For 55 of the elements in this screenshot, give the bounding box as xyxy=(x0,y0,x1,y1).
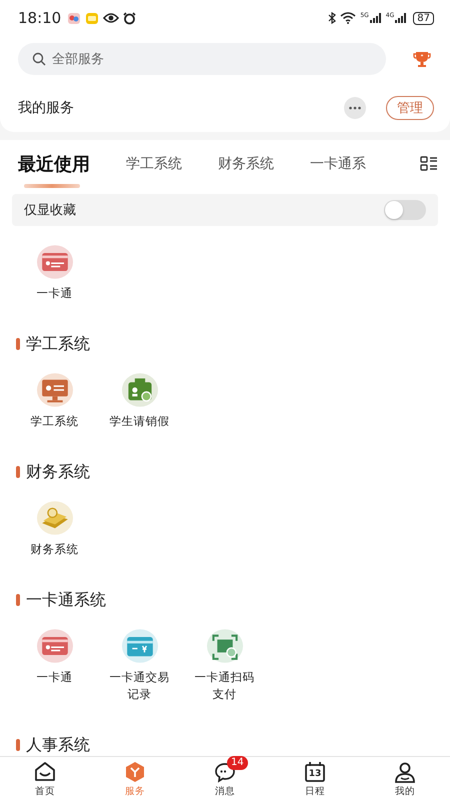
tab[interactable]: 财务系统 xyxy=(218,140,274,188)
service-item[interactable]: 一卡通 xyxy=(12,245,97,302)
toggle-label: 仅显收藏 xyxy=(24,202,76,219)
id-card-icon xyxy=(36,629,72,663)
service-item[interactable]: 一卡通扫码支付 xyxy=(182,629,267,703)
monitor-icon xyxy=(36,373,72,407)
service-item[interactable]: 学生请销假 xyxy=(97,373,182,430)
cash-stack-icon xyxy=(36,501,72,535)
mail-icon xyxy=(85,12,100,24)
id-card-icon xyxy=(36,245,72,279)
card-icon xyxy=(122,629,158,663)
manage-button[interactable]: 管理 xyxy=(386,96,434,120)
service-item[interactable]: 一卡通 xyxy=(12,629,97,703)
nav-tab[interactable]: 我的 xyxy=(360,757,450,800)
search-bar[interactable]: 全部服务 xyxy=(18,43,386,75)
battery-indicator: 87 xyxy=(413,12,434,24)
unread-badge: 14 xyxy=(227,756,248,770)
box-icon xyxy=(123,760,147,784)
nav-tab[interactable]: 14 消息 xyxy=(180,757,270,800)
section-marker xyxy=(16,466,20,478)
tab[interactable]: 最近使用 xyxy=(18,140,90,188)
section-title: 财务系统 xyxy=(26,462,90,482)
nav-tab[interactable]: 首页 xyxy=(0,757,90,800)
wifi-icon xyxy=(340,12,356,24)
eye-icon xyxy=(103,12,120,24)
section-marker xyxy=(16,338,20,350)
app-notification-icon xyxy=(67,12,82,24)
toggle-switch[interactable] xyxy=(384,200,426,220)
tab[interactable]: 一卡通系 xyxy=(310,140,366,188)
service-item[interactable]: 学工系统 xyxy=(12,373,97,430)
signal-icon xyxy=(395,13,408,23)
more-icon[interactable] xyxy=(344,97,366,119)
signal-icon xyxy=(370,13,382,23)
service-item[interactable]: 财务系统 xyxy=(12,501,97,558)
bluetooth-icon xyxy=(328,12,336,24)
nav-tab[interactable]: 13 日程 xyxy=(270,757,360,800)
alarm-icon xyxy=(123,12,136,24)
section-marker xyxy=(16,594,20,606)
person-icon xyxy=(393,760,417,784)
status-time: 18:10 xyxy=(18,9,62,27)
date-number: 13 xyxy=(308,768,322,778)
trophy-icon[interactable] xyxy=(413,50,431,68)
section-title: 人事系统 xyxy=(26,734,90,756)
scan-frame-icon xyxy=(206,629,242,663)
section-title: 学工系统 xyxy=(26,334,90,354)
tab[interactable]: 学工系统 xyxy=(126,140,182,188)
section-marker xyxy=(16,739,20,751)
search-field[interactable]: 全部服务 xyxy=(52,52,252,66)
category-list-icon[interactable] xyxy=(420,156,438,172)
section-title: 一卡通系统 xyxy=(26,590,106,610)
search-icon xyxy=(32,52,46,66)
service-item[interactable]: 一卡通交易记录 xyxy=(97,629,182,703)
section-title: 我的服务 xyxy=(18,99,74,117)
house-icon xyxy=(33,760,57,784)
briefcase-icon xyxy=(122,373,158,407)
